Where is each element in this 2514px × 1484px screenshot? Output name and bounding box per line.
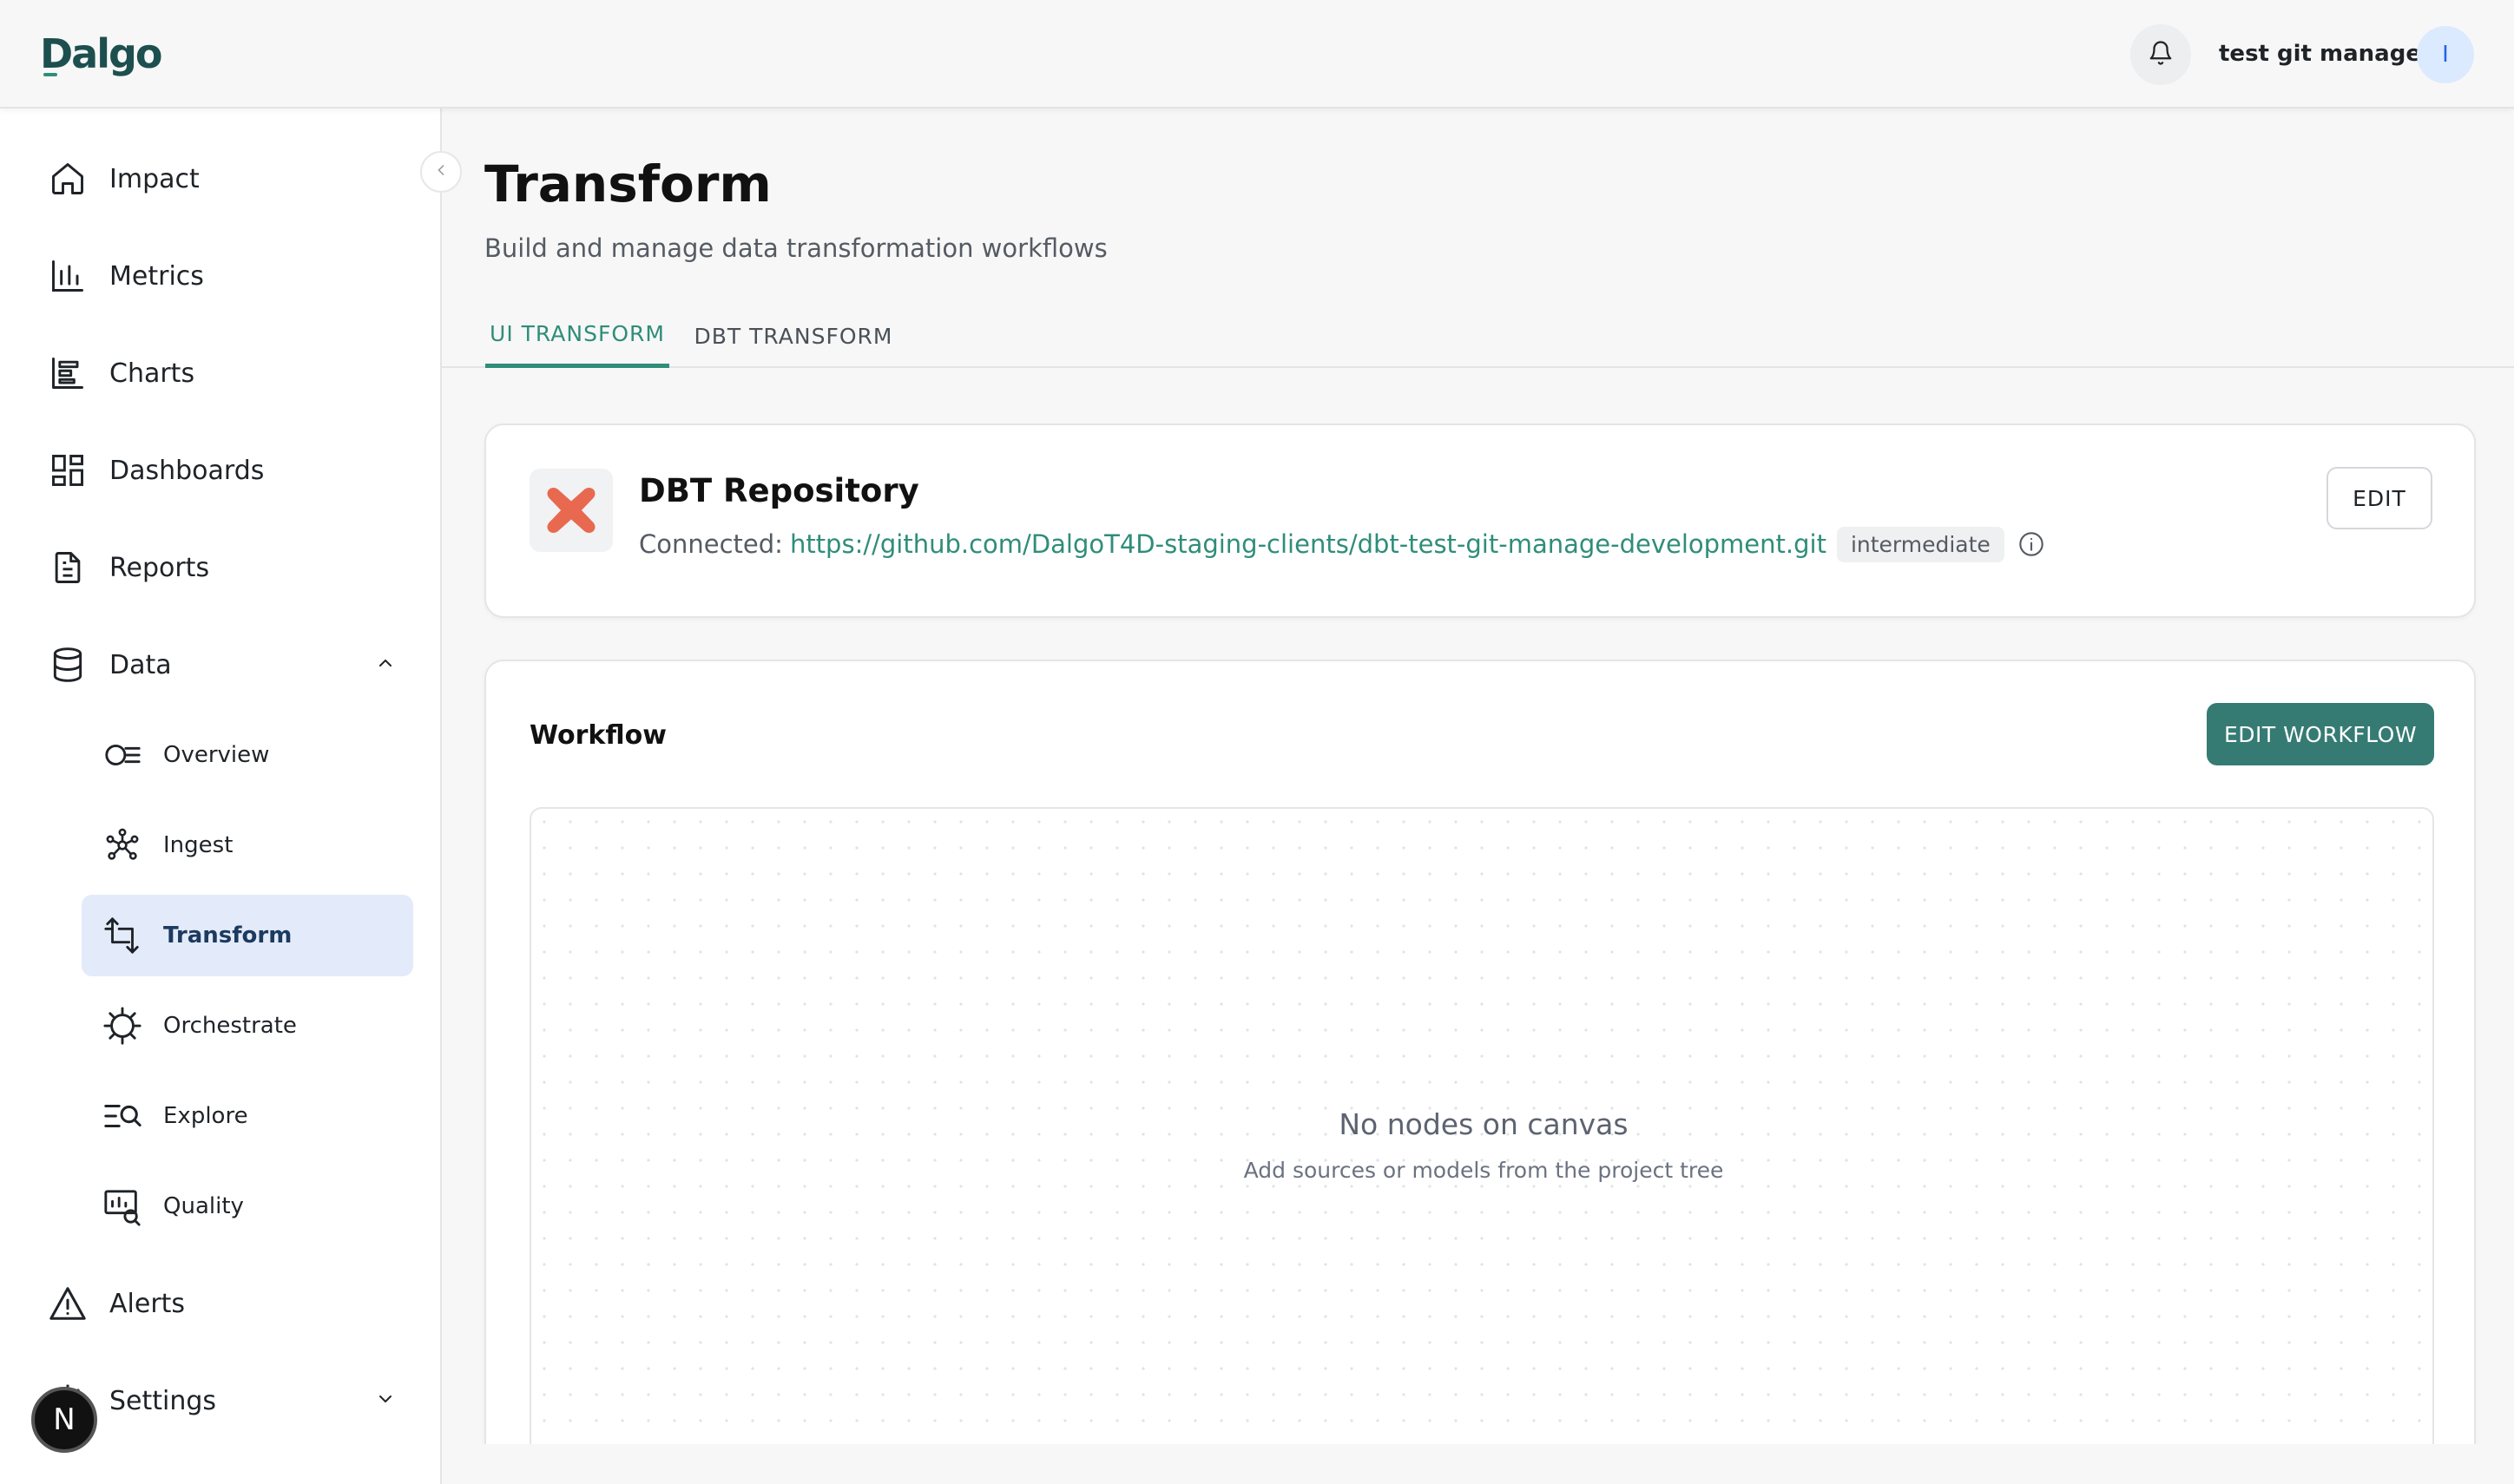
info-icon[interactable] bbox=[2017, 529, 2046, 559]
sidebar-subitem-label: Quality bbox=[163, 1193, 244, 1219]
database-icon bbox=[47, 644, 89, 686]
explore-icon bbox=[101, 1094, 144, 1138]
tab-dbt-transform[interactable]: DBT TRANSFORM bbox=[687, 304, 900, 368]
viewport-bottom bbox=[442, 1444, 2514, 1484]
document-icon bbox=[47, 547, 89, 588]
sidebar-subitem-overview[interactable]: Overview bbox=[82, 714, 413, 796]
workflow-canvas[interactable]: No nodes on canvas Add sources or models… bbox=[530, 807, 2434, 1484]
sidebar-item-metrics[interactable]: Metrics bbox=[47, 250, 204, 302]
sidebar-item-label: Impact bbox=[109, 163, 200, 194]
transform-icon bbox=[101, 914, 144, 957]
sidebar-item-reports[interactable]: Reports bbox=[47, 542, 209, 594]
sidebar-item-dashboards[interactable]: Dashboards bbox=[47, 444, 264, 496]
sidebar-subitem-label: Orchestrate bbox=[163, 1013, 297, 1039]
sidebar-item-label: Data bbox=[109, 649, 172, 680]
sidebar-subitem-transform[interactable]: Transform bbox=[82, 895, 413, 976]
tab-ui-transform[interactable]: UI TRANSFORM bbox=[485, 304, 669, 368]
sidebar-subitem-orchestrate[interactable]: Orchestrate bbox=[82, 985, 413, 1067]
sidebar-subitem-explore[interactable]: Explore bbox=[82, 1075, 413, 1157]
sidebar-item-label: Alerts bbox=[109, 1288, 186, 1319]
sidebar-item-label: Reports bbox=[109, 552, 210, 583]
quality-icon bbox=[101, 1185, 144, 1228]
page-subtitle: Build and manage data transformation wor… bbox=[484, 233, 1108, 263]
chevron-up-icon bbox=[375, 653, 396, 677]
workflow-card: Workflow EDIT WORKFLOW No nodes on canva… bbox=[484, 660, 2476, 1484]
settings-expand-toggle[interactable] bbox=[372, 1387, 399, 1415]
page-title: Transform bbox=[484, 154, 772, 213]
notifications-button[interactable] bbox=[2130, 24, 2191, 85]
chevron-down-icon bbox=[375, 1389, 396, 1413]
data-collapse-toggle[interactable] bbox=[372, 651, 399, 679]
sidebar-item-alerts[interactable]: Alerts bbox=[47, 1277, 185, 1330]
sidebar-item-label: Dashboards bbox=[109, 455, 265, 486]
sidebar-subitem-label: Explore bbox=[163, 1103, 248, 1129]
logo-accent bbox=[43, 73, 57, 76]
sidebar-item-impact[interactable]: Impact bbox=[47, 153, 200, 205]
charts-icon bbox=[47, 352, 89, 394]
repo-connected-label: Connected: bbox=[639, 529, 783, 559]
warning-icon bbox=[47, 1283, 89, 1324]
top-bar: Dalgo test git manage I bbox=[0, 0, 2514, 108]
sidebar-item-label: Settings bbox=[109, 1385, 217, 1416]
bell-icon bbox=[2148, 40, 2174, 69]
tab-bar: UI TRANSFORM DBT TRANSFORM bbox=[442, 304, 2514, 368]
sidebar-item-label: Charts bbox=[109, 358, 195, 389]
sidebar-subitem-label: Transform bbox=[163, 923, 293, 949]
repo-connection: Connected: https://github.com/DalgoT4D-s… bbox=[639, 522, 2046, 566]
dbt-logo bbox=[530, 469, 613, 552]
repo-title: DBT Repository bbox=[639, 472, 919, 509]
workflow-title: Workflow bbox=[530, 720, 667, 751]
sidebar-subitem-label: Overview bbox=[163, 742, 270, 768]
edit-repo-button[interactable]: EDIT bbox=[2326, 467, 2432, 529]
edit-workflow-button[interactable]: EDIT WORKFLOW bbox=[2207, 703, 2434, 765]
sidebar-item-charts[interactable]: Charts bbox=[47, 347, 194, 399]
floating-n-badge[interactable]: N bbox=[31, 1387, 97, 1453]
sidebar-subitem-quality[interactable]: Quality bbox=[82, 1166, 413, 1247]
collapse-sidebar-button[interactable] bbox=[420, 151, 462, 193]
empty-canvas-subtitle: Add sources or models from the project t… bbox=[1243, 1158, 1724, 1183]
orchestrate-icon bbox=[101, 1004, 144, 1047]
user-name[interactable]: test git manage bbox=[2219, 36, 2421, 71]
dbt-repository-card: DBT Repository Connected: https://github… bbox=[484, 424, 2476, 618]
target-badge: intermediate bbox=[1836, 526, 2004, 562]
chevron-left-icon bbox=[432, 161, 450, 182]
sidebar-subitem-ingest[interactable]: Ingest bbox=[82, 804, 413, 886]
home-icon bbox=[47, 158, 89, 200]
sidebar-item-data[interactable]: Data bbox=[47, 639, 172, 691]
bar-chart-icon bbox=[47, 255, 89, 297]
sidebar-item-label: Metrics bbox=[109, 260, 204, 292]
dalgo-logo[interactable]: Dalgo bbox=[40, 30, 163, 78]
ingest-icon bbox=[101, 824, 144, 867]
repo-url-link[interactable]: https://github.com/DalgoT4D-staging-clie… bbox=[790, 529, 1826, 559]
avatar[interactable]: I bbox=[2417, 26, 2474, 83]
sidebar-subitem-label: Ingest bbox=[163, 832, 234, 858]
overview-icon bbox=[101, 733, 144, 777]
dashboard-grid-icon bbox=[47, 450, 89, 491]
empty-canvas-title: No nodes on canvas bbox=[1339, 1107, 1629, 1141]
